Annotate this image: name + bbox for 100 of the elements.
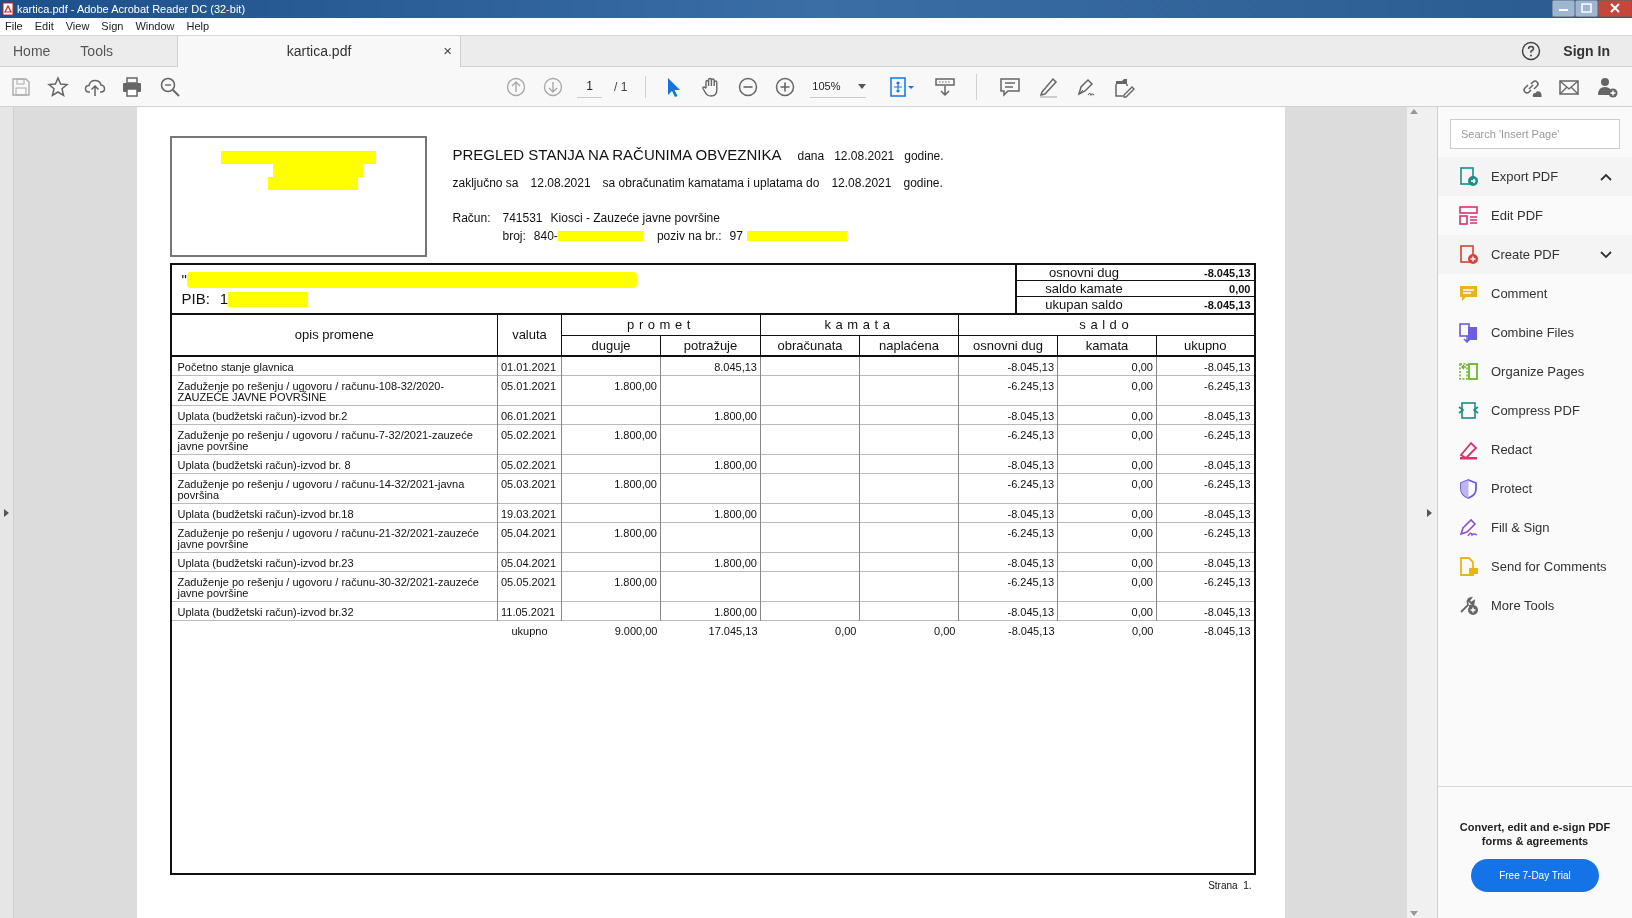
table-cell: 0,00 — [1057, 503, 1157, 523]
menu-item[interactable]: Edit — [34, 18, 54, 35]
summary-value: 0,00 — [1229, 281, 1251, 296]
zoom-in-icon[interactable] — [774, 75, 797, 98]
table-cell: -6.245,13 — [958, 375, 1058, 406]
table-cell: -6.245,13 — [1156, 473, 1254, 504]
fit-page-icon[interactable] — [888, 75, 917, 98]
menu-item[interactable]: Help — [186, 18, 210, 35]
tool-item[interactable]: More Tools — [1438, 586, 1632, 625]
total-cell: -8.045,13 — [1156, 620, 1254, 641]
print-icon[interactable] — [121, 75, 143, 98]
table-cell: 0,00 — [1057, 571, 1157, 602]
maximize-button[interactable] — [1575, 0, 1598, 17]
summary-value: -8.045,13 — [1204, 298, 1251, 312]
close-tab-button[interactable]: × — [443, 40, 453, 63]
table-cell: Uplata (budžetski račun)-izvod br.2 — [171, 405, 498, 425]
expand-arrow-icon[interactable] — [1426, 508, 1432, 517]
table-cell: 8.045,13 — [660, 356, 761, 376]
account-number: 741531 — [502, 209, 543, 227]
table-cell: -8.045,13 — [1156, 405, 1254, 425]
column-header: duguje — [561, 335, 661, 356]
zoom-out-icon[interactable] — [737, 75, 760, 98]
menu-item[interactable]: Window — [135, 18, 175, 35]
tool-item[interactable]: Create PDF — [1438, 235, 1632, 274]
table-cell: 05.03.2021 — [497, 473, 562, 504]
help-icon[interactable] — [1521, 41, 1542, 61]
table-cell: 05.01.2021 — [497, 375, 562, 406]
tool-item[interactable]: Fill & Sign — [1438, 508, 1632, 547]
column-header: obračunata — [760, 335, 860, 356]
summary-label: ukupan saldo — [1044, 298, 1124, 312]
star-icon[interactable] — [47, 75, 69, 98]
table-cell: 1.800,00 — [561, 571, 661, 602]
trial-button[interactable]: Free 7-Day Trial — [1471, 859, 1599, 892]
table-cell: 01.01.2021 — [497, 356, 562, 376]
summary-label: osnovni dug — [1047, 265, 1121, 280]
table-cell: Početno stanje glavnica — [171, 356, 498, 376]
tool-item[interactable]: Send for Comments — [1438, 547, 1632, 586]
summary-value: -8.045,13 — [1204, 265, 1251, 280]
sign-in-link[interactable]: Sign In — [1563, 40, 1610, 62]
edit-layout-icon — [1458, 205, 1479, 226]
tool-item[interactable]: Edit PDF — [1438, 196, 1632, 235]
table-cell: -6.245,13 — [958, 424, 1058, 455]
account-name: Kiosci - Zauzeće javne površine — [550, 209, 720, 227]
tax-id-label: PIB: — [181, 288, 210, 309]
page-total: / 1 — [614, 78, 628, 96]
window-title: kartica.pdf - Adobe Acrobat Reader DC (32-bit) — [17, 1, 246, 17]
tool-item[interactable]: Protect — [1438, 469, 1632, 508]
table-cell: -6.245,13 — [958, 473, 1058, 504]
table-cell: 0,00 — [1057, 405, 1157, 425]
promo-text: Convert, edit and e-sign PDF forms & agreements — [1458, 820, 1612, 848]
caret-icon — [858, 83, 867, 89]
menu-item[interactable]: File — [5, 18, 23, 35]
table-cell: 0,00 — [1057, 375, 1157, 406]
report-date: 12.08.2021 — [834, 148, 895, 165]
comment-icon[interactable] — [999, 75, 1022, 98]
table-cell: 1.800,00 — [561, 375, 661, 406]
table-cell: Zaduženje po rešenju / ugovoru / računu-7-32/2021-zauzeće javne površine — [171, 424, 498, 455]
table-cell: -8.045,13 — [1156, 552, 1254, 572]
add-user-icon[interactable] — [1596, 75, 1618, 98]
table-cell: 0,00 — [1057, 522, 1157, 553]
close-button[interactable] — [1598, 0, 1632, 17]
export-file-icon — [1458, 166, 1479, 187]
table-cell: 0,00 — [1057, 473, 1157, 504]
compress-icon — [1458, 400, 1479, 421]
page-number-field[interactable]: 1 — [577, 75, 602, 98]
tool-item[interactable]: Organize Pages — [1438, 352, 1632, 391]
tool-item[interactable]: Compress PDF — [1438, 391, 1632, 430]
table-cell: Uplata (budžetski račun)-izvod br.18 — [171, 503, 498, 523]
tool-item[interactable]: Export PDF — [1438, 157, 1632, 196]
table-cell: 0,00 — [1057, 424, 1157, 455]
minimize-button[interactable] — [1552, 0, 1575, 17]
tool-item[interactable]: Redact — [1438, 430, 1632, 469]
table-cell: 1.800,00 — [660, 405, 761, 425]
date-suffix: godine. — [903, 174, 943, 192]
menu-item[interactable]: Sign — [101, 18, 124, 35]
scroll-mode-icon[interactable] — [934, 75, 957, 98]
zoom-field[interactable]: 105% — [810, 75, 867, 98]
table-cell: -8.045,13 — [1156, 503, 1254, 523]
total-cell: 17.045,13 — [660, 620, 761, 641]
total-cell: 0,00 — [859, 620, 959, 641]
search-field[interactable]: Search 'Insert Page' — [1450, 119, 1620, 149]
table-cell: 1.800,00 — [561, 473, 661, 504]
tool-item[interactable]: Comment — [1438, 274, 1632, 313]
table-cell: 05.04.2021 — [497, 522, 562, 553]
table-cell: Uplata (budžetski račun)-izvod br. 8 — [171, 454, 498, 474]
date-suffix: godine. — [904, 148, 944, 165]
number-value: 840- — [533, 227, 558, 245]
expand-arrow-icon[interactable] — [4, 508, 9, 517]
date-label: dana — [797, 148, 825, 165]
organize-pages-icon — [1458, 361, 1479, 382]
tab[interactable]: kartica.pdf × — [177, 36, 462, 67]
menu-item[interactable]: View — [65, 18, 90, 35]
pen-icon[interactable] — [1037, 75, 1060, 98]
table-cell: -8.045,13 — [1156, 601, 1254, 621]
table-cell: -8.045,13 — [958, 601, 1058, 621]
column-header: ukupno — [1156, 335, 1254, 356]
search-icon[interactable] — [159, 75, 181, 98]
period-date: 12.08.2021 — [831, 174, 892, 192]
number-label: broj: — [502, 227, 526, 245]
tool-item[interactable]: Combine Files — [1438, 313, 1632, 352]
